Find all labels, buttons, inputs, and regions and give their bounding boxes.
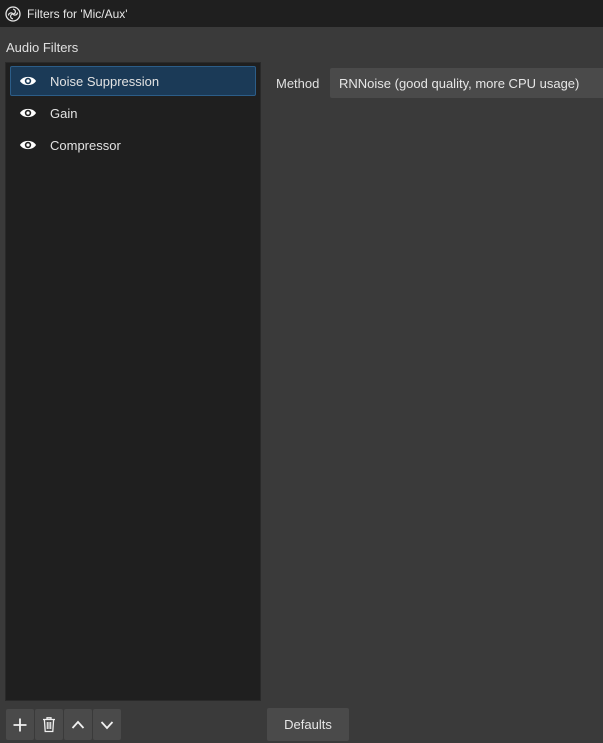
obs-logo-icon [5, 5, 21, 22]
remove-filter-button[interactable] [35, 709, 63, 740]
title-bar: Filters for 'Mic/Aux' [0, 0, 603, 27]
move-up-button[interactable] [64, 709, 92, 740]
window-title: Filters for 'Mic/Aux' [27, 6, 128, 21]
method-select-value: RNNoise (good quality, more CPU usage) [339, 75, 580, 91]
filter-item-gain[interactable]: Gain [10, 98, 256, 128]
eye-icon[interactable] [19, 107, 37, 119]
move-down-button[interactable] [93, 709, 121, 740]
eye-icon[interactable] [19, 75, 37, 87]
defaults-button[interactable]: Defaults [267, 708, 349, 741]
add-filter-button[interactable] [6, 709, 34, 740]
method-row: Method RNNoise (good quality, more CPU u… [276, 68, 603, 98]
filter-item-label: Noise Suppression [50, 73, 160, 89]
method-label: Method [276, 75, 320, 91]
audio-filters-heading: Audio Filters [6, 40, 79, 55]
method-select[interactable]: RNNoise (good quality, more CPU usage) [330, 68, 603, 98]
filter-item-compressor[interactable]: Compressor [10, 130, 256, 160]
filter-item-label: Gain [50, 105, 78, 121]
chevron-down-icon [99, 717, 115, 733]
plus-icon [12, 717, 28, 733]
eye-icon[interactable] [19, 139, 37, 151]
filter-item-label: Compressor [50, 137, 121, 153]
filter-toolbar [6, 709, 121, 740]
filter-properties-panel: Method RNNoise (good quality, more CPU u… [262, 62, 603, 701]
filter-item-noise-suppression[interactable]: Noise Suppression [10, 66, 256, 96]
trash-icon [41, 716, 57, 733]
filter-list[interactable]: Noise Suppression Gain Compressor [5, 62, 261, 701]
chevron-up-icon [70, 717, 86, 733]
